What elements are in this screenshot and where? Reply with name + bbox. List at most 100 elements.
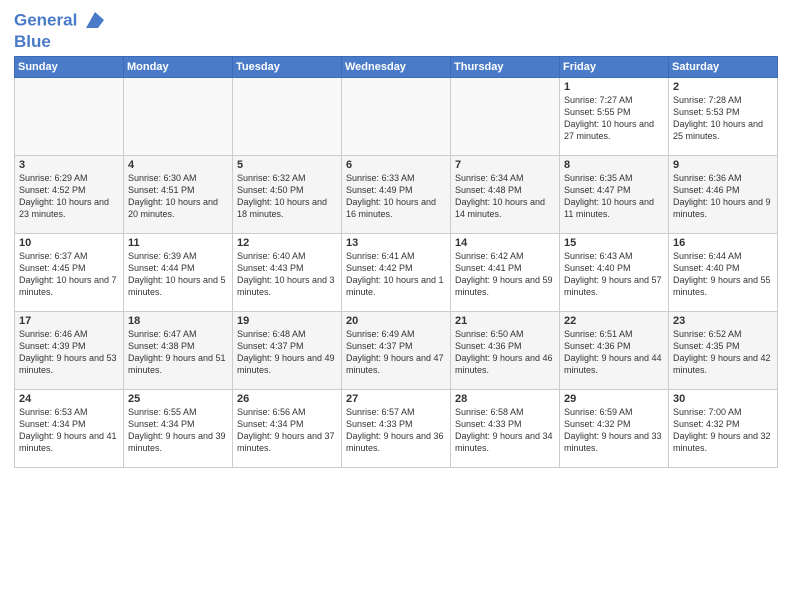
calendar-week-3: 10Sunrise: 6:37 AM Sunset: 4:45 PM Dayli… (15, 233, 778, 311)
day-number: 27 (346, 393, 446, 405)
day-number: 7 (455, 159, 555, 171)
calendar-week-1: 1Sunrise: 7:27 AM Sunset: 5:55 PM Daylig… (15, 77, 778, 155)
day-number: 10 (19, 237, 119, 249)
calendar-cell: 13Sunrise: 6:41 AM Sunset: 4:42 PM Dayli… (342, 233, 451, 311)
day-number: 26 (237, 393, 337, 405)
day-info: Sunrise: 6:53 AM Sunset: 4:34 PM Dayligh… (19, 406, 119, 455)
day-info: Sunrise: 7:00 AM Sunset: 4:32 PM Dayligh… (673, 406, 773, 455)
calendar-cell: 21Sunrise: 6:50 AM Sunset: 4:36 PM Dayli… (451, 311, 560, 389)
weekday-header-sunday: Sunday (15, 56, 124, 77)
calendar-cell: 22Sunrise: 6:51 AM Sunset: 4:36 PM Dayli… (560, 311, 669, 389)
day-number: 22 (564, 315, 664, 327)
calendar-cell: 2Sunrise: 7:28 AM Sunset: 5:53 PM Daylig… (669, 77, 778, 155)
calendar-cell: 24Sunrise: 6:53 AM Sunset: 4:34 PM Dayli… (15, 389, 124, 467)
calendar-cell: 29Sunrise: 6:59 AM Sunset: 4:32 PM Dayli… (560, 389, 669, 467)
calendar-cell: 8Sunrise: 6:35 AM Sunset: 4:47 PM Daylig… (560, 155, 669, 233)
calendar-cell: 7Sunrise: 6:34 AM Sunset: 4:48 PM Daylig… (451, 155, 560, 233)
day-number: 30 (673, 393, 773, 405)
header: General Blue (14, 10, 778, 52)
day-number: 16 (673, 237, 773, 249)
day-number: 21 (455, 315, 555, 327)
day-info: Sunrise: 6:57 AM Sunset: 4:33 PM Dayligh… (346, 406, 446, 455)
day-info: Sunrise: 6:49 AM Sunset: 4:37 PM Dayligh… (346, 328, 446, 377)
calendar-cell: 3Sunrise: 6:29 AM Sunset: 4:52 PM Daylig… (15, 155, 124, 233)
calendar-cell: 15Sunrise: 6:43 AM Sunset: 4:40 PM Dayli… (560, 233, 669, 311)
day-number: 24 (19, 393, 119, 405)
calendar-cell: 28Sunrise: 6:58 AM Sunset: 4:33 PM Dayli… (451, 389, 560, 467)
day-info: Sunrise: 7:28 AM Sunset: 5:53 PM Dayligh… (673, 94, 773, 143)
calendar-cell: 17Sunrise: 6:46 AM Sunset: 4:39 PM Dayli… (15, 311, 124, 389)
weekday-header-monday: Monday (124, 56, 233, 77)
logo-blue: Blue (14, 32, 106, 52)
day-number: 9 (673, 159, 773, 171)
calendar-week-2: 3Sunrise: 6:29 AM Sunset: 4:52 PM Daylig… (15, 155, 778, 233)
calendar-cell: 4Sunrise: 6:30 AM Sunset: 4:51 PM Daylig… (124, 155, 233, 233)
day-number: 14 (455, 237, 555, 249)
day-info: Sunrise: 6:36 AM Sunset: 4:46 PM Dayligh… (673, 172, 773, 221)
day-info: Sunrise: 6:51 AM Sunset: 4:36 PM Dayligh… (564, 328, 664, 377)
calendar-cell (124, 77, 233, 155)
day-number: 1 (564, 81, 664, 93)
calendar-cell: 1Sunrise: 7:27 AM Sunset: 5:55 PM Daylig… (560, 77, 669, 155)
day-info: Sunrise: 6:37 AM Sunset: 4:45 PM Dayligh… (19, 250, 119, 299)
weekday-header-thursday: Thursday (451, 56, 560, 77)
calendar-table: SundayMondayTuesdayWednesdayThursdayFrid… (14, 56, 778, 468)
day-info: Sunrise: 6:58 AM Sunset: 4:33 PM Dayligh… (455, 406, 555, 455)
day-info: Sunrise: 6:30 AM Sunset: 4:51 PM Dayligh… (128, 172, 228, 221)
day-number: 5 (237, 159, 337, 171)
calendar-cell: 16Sunrise: 6:44 AM Sunset: 4:40 PM Dayli… (669, 233, 778, 311)
calendar-cell: 5Sunrise: 6:32 AM Sunset: 4:50 PM Daylig… (233, 155, 342, 233)
day-info: Sunrise: 6:46 AM Sunset: 4:39 PM Dayligh… (19, 328, 119, 377)
day-info: Sunrise: 6:56 AM Sunset: 4:34 PM Dayligh… (237, 406, 337, 455)
day-info: Sunrise: 6:59 AM Sunset: 4:32 PM Dayligh… (564, 406, 664, 455)
weekday-header-row: SundayMondayTuesdayWednesdayThursdayFrid… (15, 56, 778, 77)
calendar-cell: 18Sunrise: 6:47 AM Sunset: 4:38 PM Dayli… (124, 311, 233, 389)
calendar-cell (451, 77, 560, 155)
day-number: 20 (346, 315, 446, 327)
calendar-cell: 20Sunrise: 6:49 AM Sunset: 4:37 PM Dayli… (342, 311, 451, 389)
day-number: 25 (128, 393, 228, 405)
day-info: Sunrise: 6:43 AM Sunset: 4:40 PM Dayligh… (564, 250, 664, 299)
logo-icon (84, 10, 106, 32)
day-number: 18 (128, 315, 228, 327)
calendar-cell: 19Sunrise: 6:48 AM Sunset: 4:37 PM Dayli… (233, 311, 342, 389)
day-number: 4 (128, 159, 228, 171)
day-number: 2 (673, 81, 773, 93)
calendar-cell (15, 77, 124, 155)
day-number: 17 (19, 315, 119, 327)
day-number: 8 (564, 159, 664, 171)
calendar-cell: 10Sunrise: 6:37 AM Sunset: 4:45 PM Dayli… (15, 233, 124, 311)
calendar-cell: 27Sunrise: 6:57 AM Sunset: 4:33 PM Dayli… (342, 389, 451, 467)
day-info: Sunrise: 6:32 AM Sunset: 4:50 PM Dayligh… (237, 172, 337, 221)
calendar-cell: 9Sunrise: 6:36 AM Sunset: 4:46 PM Daylig… (669, 155, 778, 233)
day-info: Sunrise: 6:47 AM Sunset: 4:38 PM Dayligh… (128, 328, 228, 377)
calendar-cell: 25Sunrise: 6:55 AM Sunset: 4:34 PM Dayli… (124, 389, 233, 467)
page-container: General Blue SundayMondayTuesdayWednesda… (0, 0, 792, 478)
calendar-week-4: 17Sunrise: 6:46 AM Sunset: 4:39 PM Dayli… (15, 311, 778, 389)
weekday-header-wednesday: Wednesday (342, 56, 451, 77)
day-info: Sunrise: 6:41 AM Sunset: 4:42 PM Dayligh… (346, 250, 446, 299)
day-info: Sunrise: 6:29 AM Sunset: 4:52 PM Dayligh… (19, 172, 119, 221)
logo: General Blue (14, 10, 106, 52)
day-info: Sunrise: 6:52 AM Sunset: 4:35 PM Dayligh… (673, 328, 773, 377)
day-number: 6 (346, 159, 446, 171)
calendar-cell: 26Sunrise: 6:56 AM Sunset: 4:34 PM Dayli… (233, 389, 342, 467)
weekday-header-tuesday: Tuesday (233, 56, 342, 77)
day-info: Sunrise: 6:34 AM Sunset: 4:48 PM Dayligh… (455, 172, 555, 221)
day-info: Sunrise: 6:42 AM Sunset: 4:41 PM Dayligh… (455, 250, 555, 299)
day-number: 12 (237, 237, 337, 249)
calendar-cell (342, 77, 451, 155)
calendar-week-5: 24Sunrise: 6:53 AM Sunset: 4:34 PM Dayli… (15, 389, 778, 467)
day-info: Sunrise: 6:33 AM Sunset: 4:49 PM Dayligh… (346, 172, 446, 221)
day-info: Sunrise: 6:39 AM Sunset: 4:44 PM Dayligh… (128, 250, 228, 299)
day-number: 11 (128, 237, 228, 249)
calendar-cell: 12Sunrise: 6:40 AM Sunset: 4:43 PM Dayli… (233, 233, 342, 311)
calendar-cell: 14Sunrise: 6:42 AM Sunset: 4:41 PM Dayli… (451, 233, 560, 311)
day-info: Sunrise: 7:27 AM Sunset: 5:55 PM Dayligh… (564, 94, 664, 143)
day-number: 13 (346, 237, 446, 249)
day-info: Sunrise: 6:44 AM Sunset: 4:40 PM Dayligh… (673, 250, 773, 299)
day-number: 19 (237, 315, 337, 327)
weekday-header-friday: Friday (560, 56, 669, 77)
calendar-cell (233, 77, 342, 155)
day-info: Sunrise: 6:35 AM Sunset: 4:47 PM Dayligh… (564, 172, 664, 221)
